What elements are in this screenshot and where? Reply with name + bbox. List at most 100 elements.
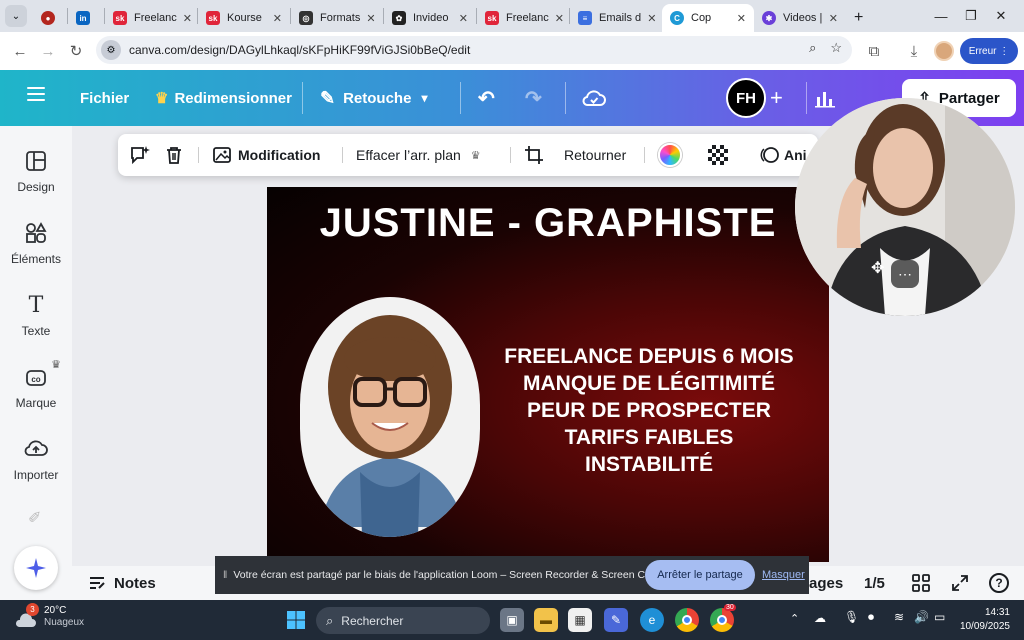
modification-button[interactable]: Modification [212,134,320,176]
reload-icon: ↻ [69,43,83,60]
task-view-button[interactable]: ▣ [500,608,524,632]
menu-icon[interactable] [27,87,45,101]
transparency-button[interactable] [708,134,728,176]
fullscreen-button[interactable] [951,566,969,600]
rail-item-design[interactable]: Design [0,148,72,194]
resize-button[interactable]: ♛ Redimensionner [155,70,292,126]
close-icon[interactable]: ✕ [641,12,656,25]
close-icon[interactable]: ✕ [177,12,192,25]
more-tools-icon[interactable]: ✐ [28,508,41,528]
profile-avatar[interactable] [934,41,954,61]
record-tray-icon[interactable]: ⏺ [868,610,874,625]
volume-icon[interactable]: 🔊 [914,610,929,624]
downloads-button[interactable]: ⤓ [900,37,928,65]
drag-handle-icon[interactable]: ‖ [223,569,227,581]
rail-item-text[interactable]: T Texte [0,292,72,339]
rail-item-upload[interactable]: Importer [0,436,72,482]
browser-tab-3[interactable]: sk Kourse ✕ [198,4,290,32]
tray-overflow-icon[interactable]: ⌃ [790,612,799,625]
stop-sharing-button[interactable]: Arrêter le partage [645,560,755,590]
url-bar[interactable]: ⚙ canva.com/design/DAGylLhkaql/sKFpHiKF9… [96,36,852,64]
analytics-button[interactable] [814,70,836,126]
back-button[interactable]: ← [6,37,34,65]
rail-item-elements[interactable]: Éléments [0,220,72,266]
browser-tab-9[interactable]: ✱ Videos | ✕ [754,4,846,32]
pen-app-button[interactable]: ✎ [604,608,628,632]
pages-button[interactable]: ages [809,566,843,600]
bookmark-star-icon[interactable]: ☆ [830,40,842,56]
reload-button[interactable]: ↻ [62,37,90,65]
docs-icon: ≡ [578,11,592,25]
browser-tab-6[interactable]: sk Freelanc ✕ [477,4,569,32]
design-title[interactable]: JUSTINE - GRAPHISTE [267,201,829,246]
chevron-down-icon: ▾ [421,91,428,105]
tab-search-dropdown[interactable]: ⌄ [5,5,27,27]
undo-button[interactable]: ↶ [478,70,495,126]
chrome-button[interactable] [675,608,699,632]
file-explorer-button[interactable]: ▬ [534,608,558,632]
ai-edit-button[interactable] [128,134,150,176]
portrait-photo[interactable] [300,297,480,537]
loom-webcam-bubble[interactable]: ✥ ⋯ [795,98,1015,316]
wifi-icon[interactable]: ≋ [894,610,904,624]
design-page[interactable]: JUSTINE - GRAPHISTE FREELANCE DEPUIS 6 M… [267,187,829,562]
close-window-button[interactable]: ✕ [986,0,1016,32]
browser-tab-8-active[interactable]: C Cop ✕ [662,4,754,32]
add-collaborator-button[interactable]: + [770,70,783,126]
grid-view-button[interactable] [912,566,930,600]
extensions-button[interactable]: ⧉ [860,37,888,65]
pain-point-line: FREELANCE DEPUIS 6 MOIS [504,345,794,368]
remove-background-button[interactable]: Effacer l’arr. plan ♛ [356,134,481,176]
browser-tab-0[interactable]: ● [33,4,67,32]
close-icon[interactable]: ✕ [731,12,746,25]
browser-tab-7[interactable]: ≡ Emails d ✕ [570,4,662,32]
edge-icon: e [648,613,656,627]
weather-widget[interactable]: 3 20°C Nuageux [14,603,84,629]
taskbar-search[interactable]: ⌕ Rechercher [316,607,490,634]
file-menu[interactable]: Fichier [80,70,129,126]
microphone-icon[interactable]: 🎙 [844,610,859,624]
redo-button[interactable]: ↷ [525,70,542,126]
zoom-icon[interactable]: ⌕ [809,40,816,56]
flip-button[interactable]: Retourner [564,134,626,176]
edge-button[interactable]: e [640,608,664,632]
hide-banner-link[interactable]: Masquer [762,556,805,594]
close-icon[interactable]: ✕ [360,12,375,25]
magic-assistant-button[interactable] [14,546,58,590]
close-icon[interactable]: ✕ [453,12,468,25]
close-icon[interactable]: ✕ [549,12,564,25]
battery-icon[interactable]: ▭ [934,610,945,624]
system-clock[interactable]: 14:31 10/09/2025 [960,606,1010,634]
restore-button[interactable]: ❐ [956,0,986,32]
help-button[interactable]: ? [989,566,1009,600]
new-tab-button[interactable]: + [846,4,872,32]
rail-item-brand[interactable]: co ♛ Marque [0,359,72,410]
browser-tab-4[interactable]: ◎ Formats ✕ [291,4,383,32]
close-icon[interactable]: ✕ [267,12,282,25]
close-icon[interactable]: ✕ [823,12,838,25]
browser-tab-2[interactable]: sk Freelanc ✕ [105,4,197,32]
cloud-saved-button[interactable] [582,70,606,126]
notes-button[interactable]: Notes [88,566,156,600]
start-button[interactable] [284,608,308,632]
site-info-icon[interactable]: ⚙ [101,40,121,60]
color-edit-button[interactable] [658,134,682,176]
forward-button[interactable]: → [34,37,62,65]
chrome-profile-button[interactable]: 30 [710,604,736,632]
crop-button[interactable] [524,134,544,176]
team-avatar[interactable]: FH [726,78,766,118]
animate-button[interactable]: Ani [758,134,807,176]
page-indicator[interactable]: 1/5 [864,566,885,600]
move-icon[interactable]: ✥ [871,258,884,278]
webcam-options-button[interactable]: ⋯ [891,260,919,288]
minimize-button[interactable]: — [926,0,956,32]
delete-button[interactable] [164,134,184,176]
error-button[interactable]: Erreur ⋮ [960,38,1018,64]
animate-label: Ani [784,147,807,163]
browser-tab-5[interactable]: ✿ Invideo ✕ [384,4,476,32]
edit-mode-dropdown[interactable]: ✎ Retouche ▾ [320,70,427,126]
design-pain-points[interactable]: FREELANCE DEPUIS 6 MOIS MANQUE DE LÉGITI… [479,343,819,478]
browser-tab-1[interactable]: in [68,4,104,32]
store-button[interactable]: ▦ [568,608,592,632]
onedrive-icon[interactable]: ☁ [814,611,826,625]
